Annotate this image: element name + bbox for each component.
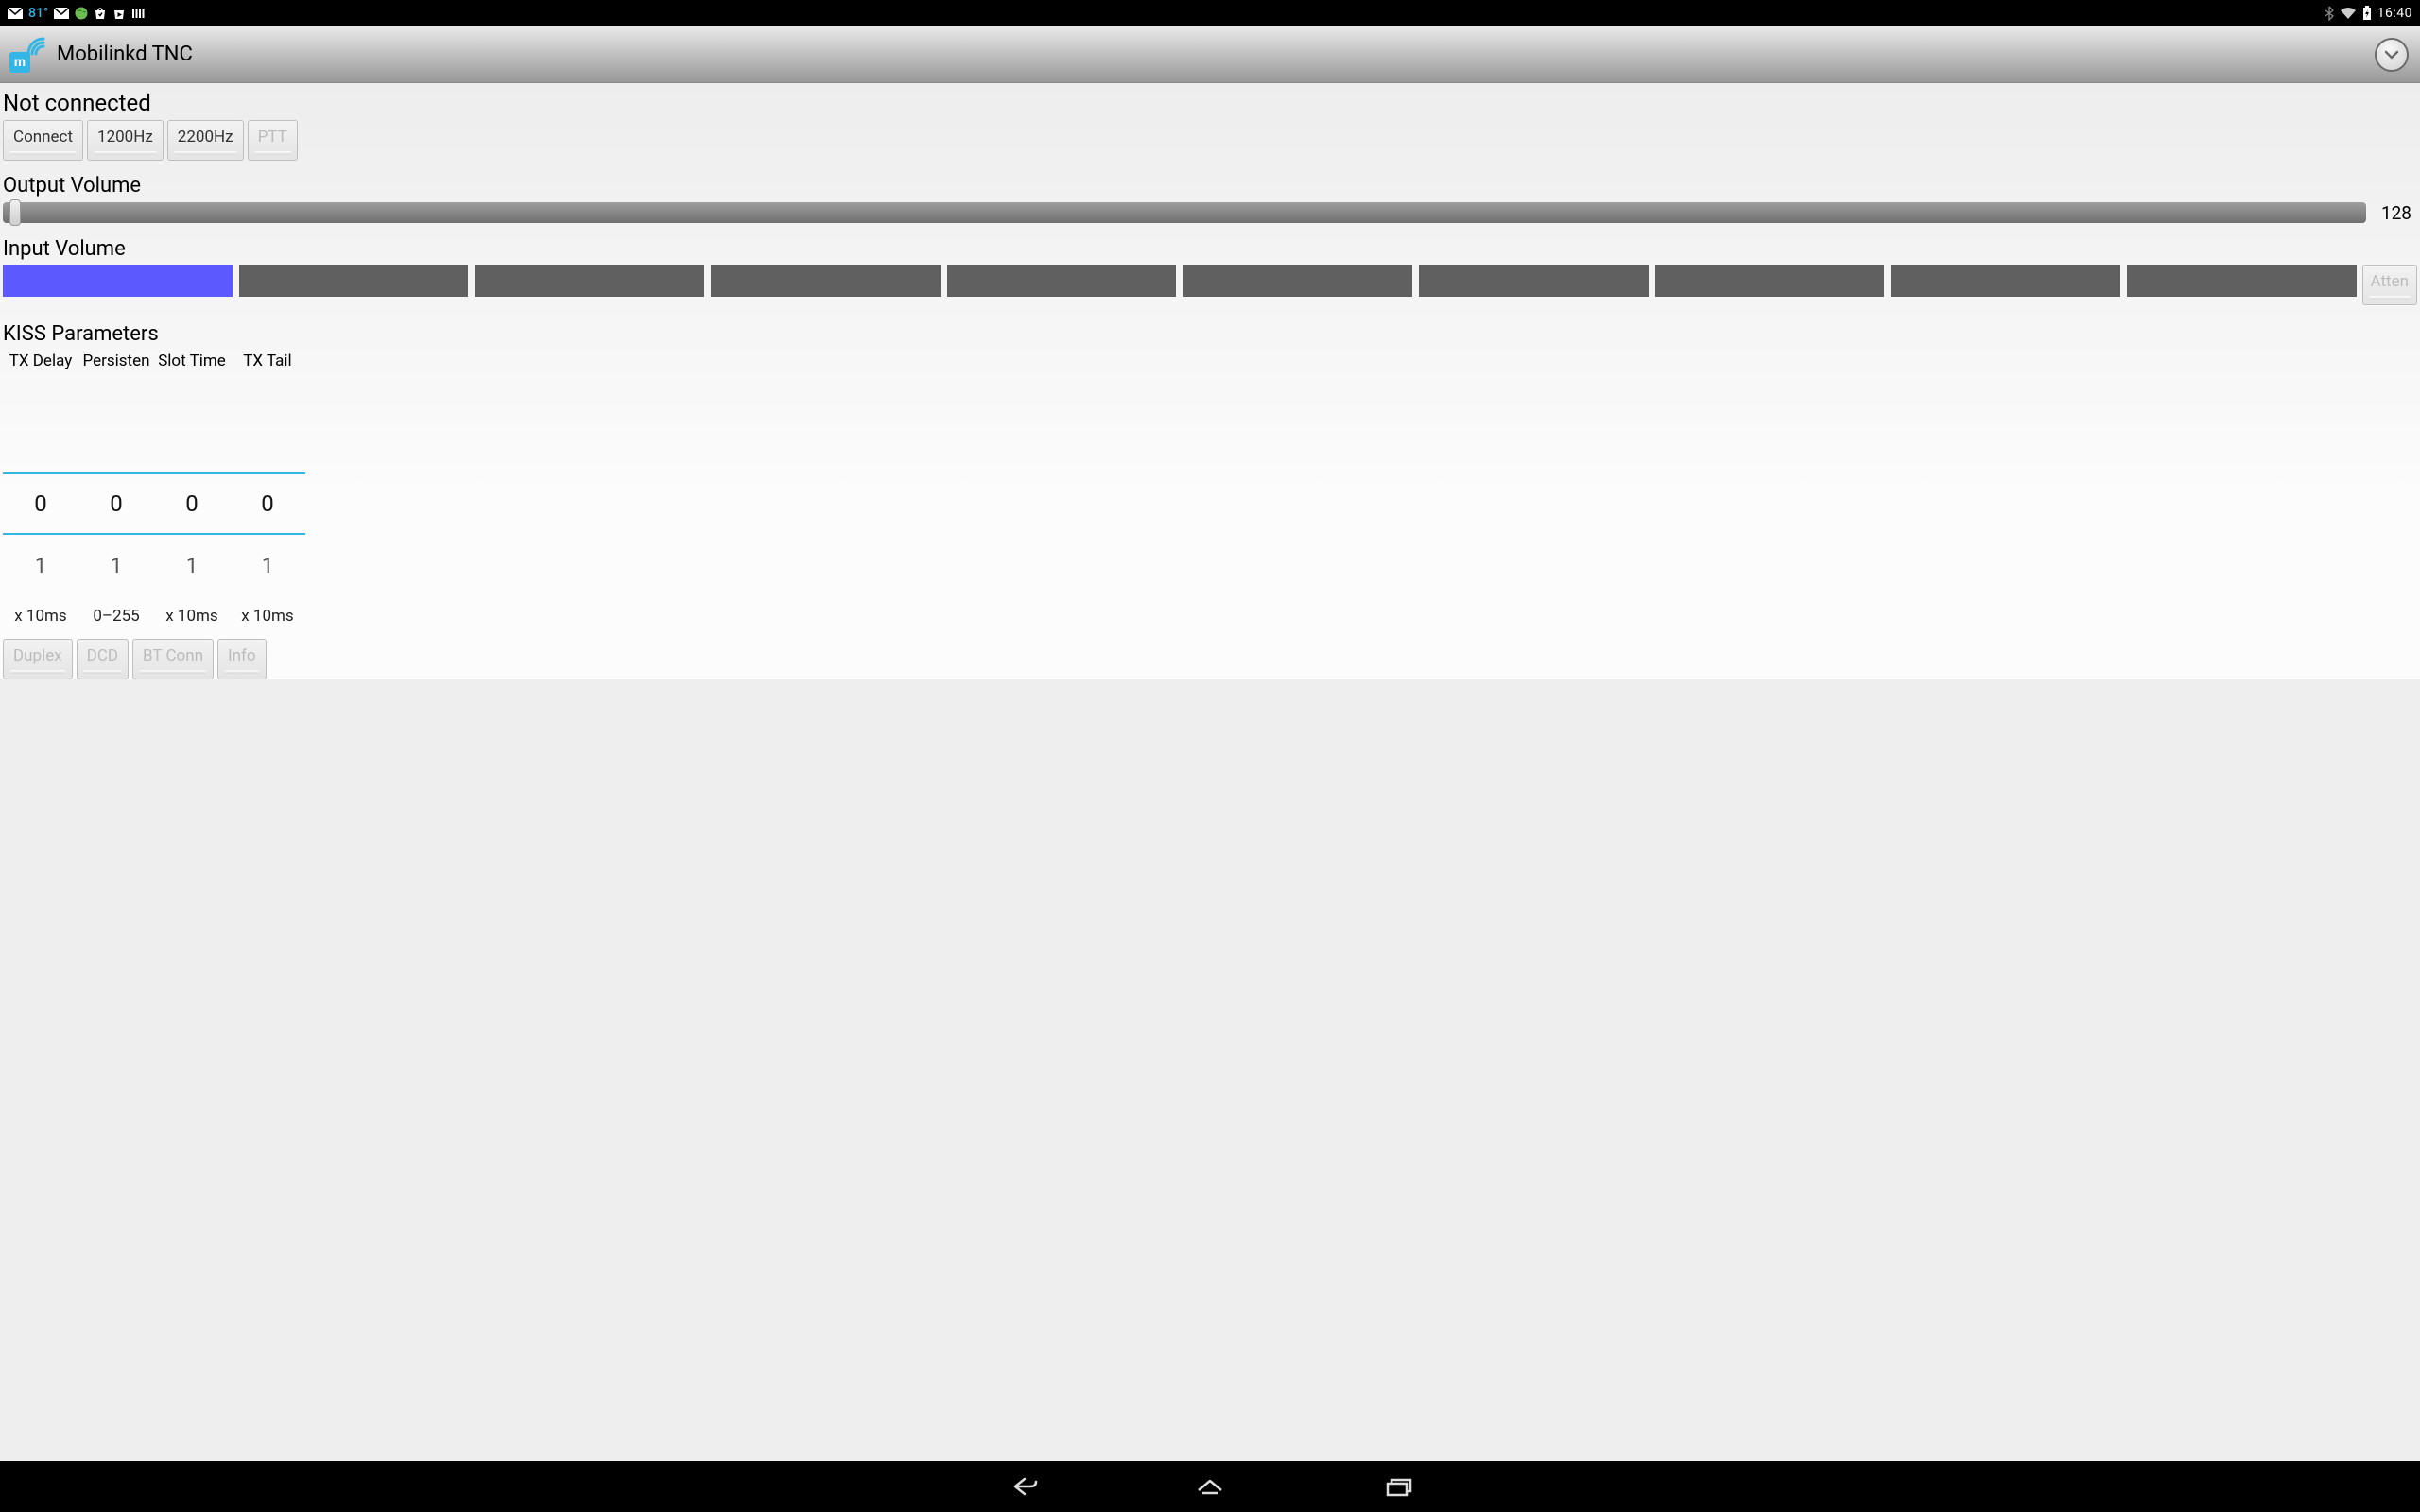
picker-selected[interactable]: 0 bbox=[154, 472, 230, 535]
kiss-params-label: KISS Parameters bbox=[3, 322, 2417, 346]
atten-button[interactable]: Atten bbox=[2362, 265, 2417, 305]
output-volume-slider[interactable] bbox=[3, 201, 2366, 224]
android-nav-bar bbox=[0, 1461, 2420, 1512]
kiss-number-picker[interactable]: 01x 10ms bbox=[3, 410, 78, 635]
picker-unit: x 10ms bbox=[165, 597, 217, 635]
picker-prev bbox=[78, 410, 154, 472]
picker-selected[interactable]: 0 bbox=[78, 472, 154, 535]
temperature: 81° bbox=[28, 6, 48, 21]
battery-charging-icon bbox=[2362, 6, 2372, 21]
bottom-button-row: Duplex DCD BT Conn Info bbox=[3, 639, 2417, 679]
info-button[interactable]: Info bbox=[217, 639, 267, 679]
mail-icon bbox=[8, 8, 23, 19]
bt-conn-button[interactable]: BT Conn bbox=[132, 639, 214, 679]
app-action-bar: m Mobilinkd TNC bbox=[0, 26, 2420, 83]
picker-prev bbox=[230, 410, 305, 472]
recents-button[interactable] bbox=[1380, 1472, 1418, 1501]
output-volume-value: 128 bbox=[2379, 202, 2417, 224]
picker-unit: x 10ms bbox=[14, 597, 66, 635]
dcd-button[interactable]: DCD bbox=[77, 639, 129, 679]
input-meter-segment bbox=[711, 265, 941, 297]
picker-next: 1 bbox=[230, 535, 305, 597]
picker-prev bbox=[3, 410, 78, 472]
wifi-icon bbox=[2340, 7, 2357, 20]
duplex-button[interactable]: Duplex bbox=[3, 639, 73, 679]
clock: 16:40 bbox=[2377, 6, 2412, 21]
input-meter-segment bbox=[2127, 265, 2357, 297]
kiss-column-header: TX Tail bbox=[230, 350, 305, 372]
kiss-number-picker[interactable]: 01x 10ms bbox=[154, 410, 230, 635]
kiss-number-picker[interactable]: 010–255 bbox=[78, 410, 154, 635]
globe-icon bbox=[75, 7, 88, 20]
kiss-column-header: Slot Time bbox=[154, 350, 230, 372]
kiss-column-header: TX Delay bbox=[3, 350, 78, 372]
kiss-pickers: 01x 10ms010–25501x 10ms01x 10ms bbox=[3, 410, 2417, 635]
tone-2200-button[interactable]: 2200Hz bbox=[167, 120, 244, 161]
input-meter-segment bbox=[1183, 265, 1412, 297]
shopping-bag-icon bbox=[94, 7, 107, 20]
input-meter-segment bbox=[239, 265, 469, 297]
gmail-icon bbox=[54, 8, 69, 19]
output-volume-thumb[interactable] bbox=[9, 199, 21, 226]
picker-selected[interactable]: 0 bbox=[230, 472, 305, 535]
output-volume-label: Output Volume bbox=[3, 174, 2417, 198]
input-meter-segment bbox=[1891, 265, 2120, 297]
app-title: Mobilinkd TNC bbox=[57, 43, 193, 66]
input-meter-segment bbox=[1655, 265, 1885, 297]
input-volume-meter bbox=[3, 265, 2357, 305]
app-icon: m bbox=[9, 37, 45, 73]
picker-unit: x 10ms bbox=[241, 597, 293, 635]
barcode-icon bbox=[131, 7, 145, 20]
overflow-menu-button[interactable] bbox=[2375, 38, 2409, 72]
play-store-icon bbox=[112, 7, 126, 20]
picker-next: 1 bbox=[3, 535, 78, 597]
picker-selected[interactable]: 0 bbox=[3, 472, 78, 535]
kiss-headers: TX DelayPersistenSlot TimeTX Tail bbox=[3, 350, 2417, 372]
picker-next: 1 bbox=[78, 535, 154, 597]
tone-1200-button[interactable]: 1200Hz bbox=[87, 120, 164, 161]
picker-prev bbox=[154, 410, 230, 472]
input-meter-segment bbox=[475, 265, 704, 297]
connect-button[interactable]: Connect bbox=[3, 120, 83, 161]
home-button[interactable] bbox=[1191, 1472, 1229, 1501]
ptt-button[interactable]: PTT bbox=[248, 120, 298, 161]
kiss-number-picker[interactable]: 01x 10ms bbox=[230, 410, 305, 635]
picker-next: 1 bbox=[154, 535, 230, 597]
input-meter-segment bbox=[3, 265, 233, 297]
android-status-bar: 81° 16:40 bbox=[0, 0, 2420, 26]
input-meter-segment bbox=[947, 265, 1177, 297]
connection-button-row: Connect 1200Hz 2200Hz PTT bbox=[3, 120, 2417, 161]
kiss-column-header: Persisten bbox=[78, 350, 154, 372]
picker-unit: 0–255 bbox=[93, 597, 139, 635]
input-meter-segment bbox=[1419, 265, 1649, 297]
main-content: Not connected Connect 1200Hz 2200Hz PTT … bbox=[0, 83, 2420, 679]
input-volume-label: Input Volume bbox=[3, 237, 2417, 261]
connection-status: Not connected bbox=[3, 90, 2417, 116]
back-button[interactable] bbox=[1002, 1472, 1040, 1501]
bluetooth-icon bbox=[2325, 6, 2334, 21]
